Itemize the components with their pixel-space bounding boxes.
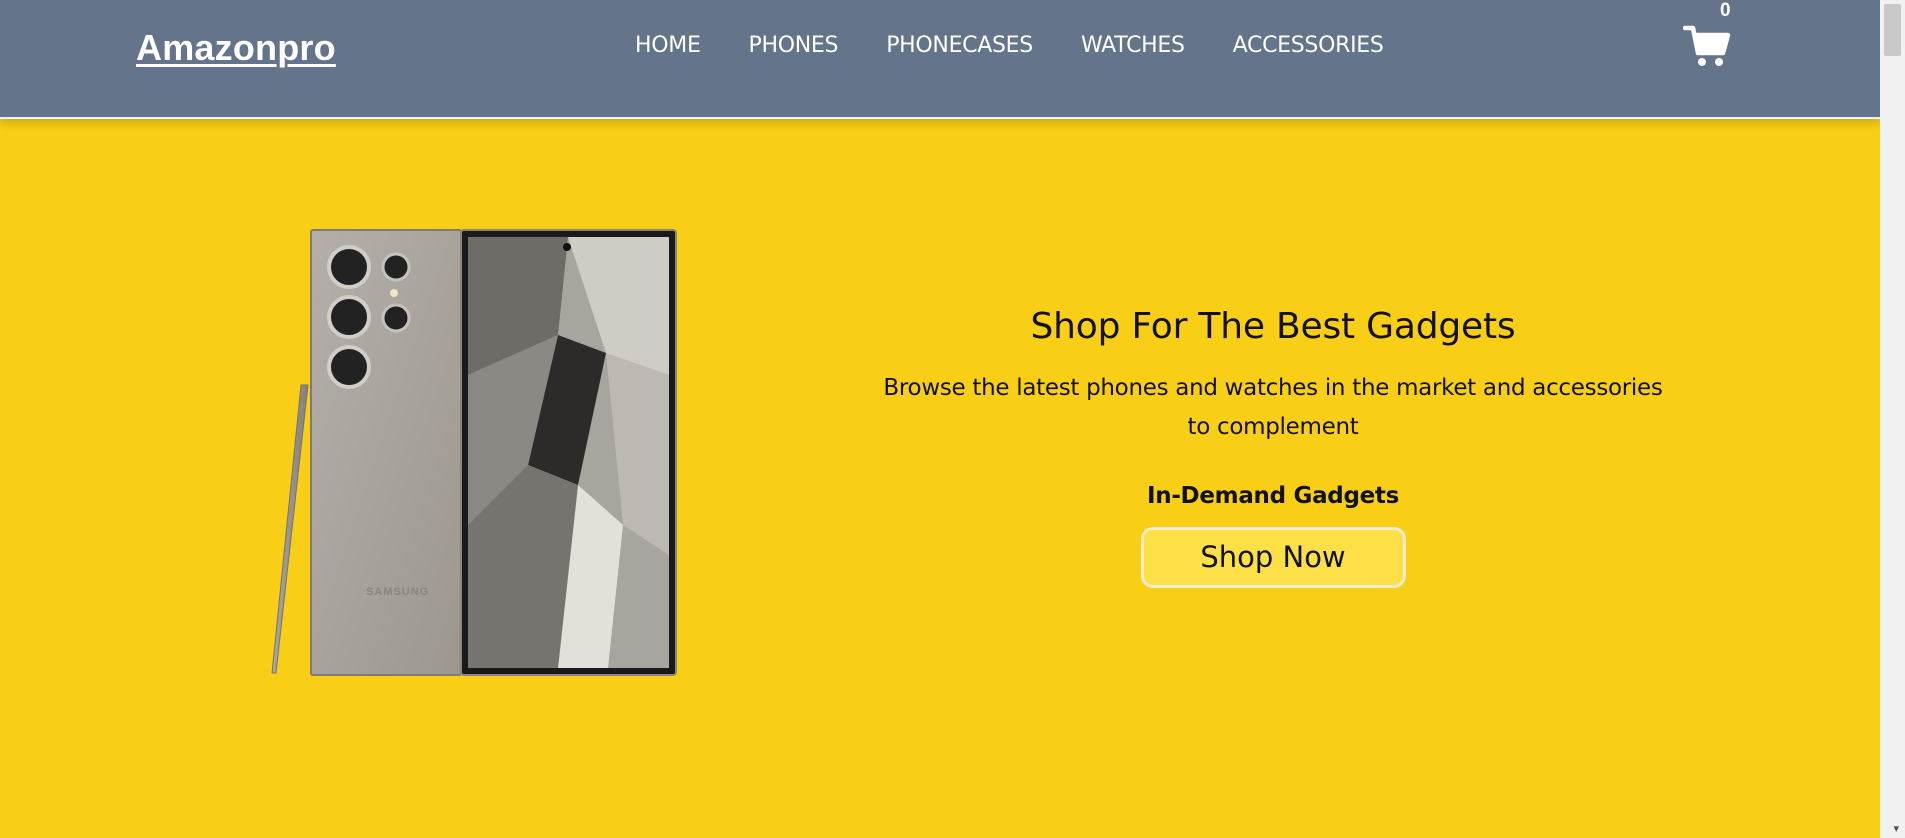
hero-phone-image: SAMSUNG xyxy=(271,229,677,676)
hero-text-block: Shop For The Best Gadgets Browse the lat… xyxy=(873,306,1673,588)
nav-phones-link[interactable]: PHONES xyxy=(749,33,839,58)
scroll-down-arrow-icon[interactable]: ▾ xyxy=(1893,822,1899,835)
hero-title: Shop For The Best Gadgets xyxy=(1030,306,1516,347)
hero-subheading: In-Demand Gadgets xyxy=(1146,483,1399,509)
nav-watches-link[interactable]: WATCHES xyxy=(1081,33,1185,58)
page-scrollbar[interactable]: ▾ xyxy=(1880,0,1905,838)
nav-home-link[interactable]: HOME xyxy=(635,33,701,58)
main-nav: HOME PHONES PHONECASES WATCHES ACCESSORI… xyxy=(635,33,1432,58)
shopping-cart-icon[interactable] xyxy=(1683,22,1731,70)
navbar: Amazonpro HOME PHONES PHONECASES WATCHES… xyxy=(0,0,1880,119)
cart-count-badge: 0 xyxy=(1720,0,1731,21)
scrollbar-thumb[interactable] xyxy=(1884,4,1901,56)
hero-description: Browse the latest phones and watches in … xyxy=(883,375,1663,440)
phone-brand-text: SAMSUNG xyxy=(366,586,429,598)
site-logo[interactable]: Amazonpro xyxy=(136,27,336,69)
shop-now-button[interactable]: Shop Now xyxy=(1140,527,1406,588)
nav-accessories-link[interactable]: ACCESSORIES xyxy=(1233,33,1384,58)
nav-phonecases-link[interactable]: PHONECASES xyxy=(886,33,1033,58)
